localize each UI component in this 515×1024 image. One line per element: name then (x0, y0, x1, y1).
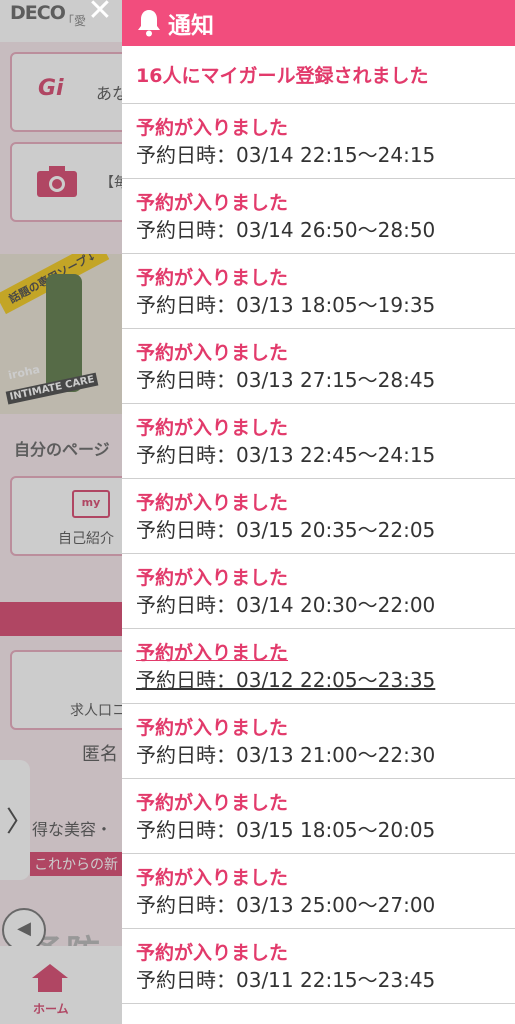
notification-item[interactable]: 予約が入りました予約日時：03/13 22:45〜24:15 (122, 404, 515, 479)
notification-item[interactable]: 予約が入りました予約日時：03/13 21:00〜22:30 (122, 704, 515, 779)
notification-item[interactable]: 予約が入りました予約日時：03/15 18:05〜20:05 (122, 779, 515, 854)
notification-headline: 予約が入りました (136, 492, 289, 514)
notification-detail: 予約日時：03/13 21:00〜22:30 (136, 743, 436, 767)
notification-detail: 予約日時：03/13 22:45〜24:15 (136, 443, 436, 467)
close-icon[interactable]: ✕ (84, 0, 116, 26)
notification-detail: 予約日時：03/13 18:05〜19:35 (136, 293, 436, 317)
notification-item[interactable]: 予約が入りました予約日時：03/14 22:15〜24:15 (122, 104, 515, 179)
notification-headline: 予約が入りました (136, 417, 289, 439)
notification-detail: 予約日時：03/15 20:35〜22:05 (136, 518, 436, 542)
notification-item[interactable]: 予約が入りました予約日時：03/14 26:50〜28:50 (122, 179, 515, 254)
notice-text: 16人にマイガール登録されました (136, 65, 429, 87)
notification-item[interactable]: 予約が入りました予約日時：03/13 27:15〜28:45 (122, 329, 515, 404)
notification-headline: 予約が入りました (136, 267, 289, 289)
notification-headline: 予約が入りました (136, 942, 289, 964)
notification-headline: 予約が入りました (136, 117, 289, 139)
notification-detail: 予約日時：03/14 20:30〜22:00 (136, 593, 436, 617)
bell-icon (138, 10, 160, 37)
notification-detail: 予約日時：03/13 25:00〜27:00 (136, 893, 436, 917)
notification-headline: 予約が入りました (136, 642, 289, 664)
notification-item[interactable]: 予約が入りました予約日時：03/15 20:35〜22:05 (122, 479, 515, 554)
mygirl-notice[interactable]: 16人にマイガール登録されました (122, 46, 515, 104)
drawer-title: 通知 (168, 13, 214, 39)
notification-drawer: 通知 16人にマイガール登録されました 予約が入りました予約日時：03/14 2… (122, 0, 515, 1024)
notification-headline: 予約が入りました (136, 867, 289, 889)
notification-item[interactable]: 予約が入りました予約日時：03/14 20:30〜22:00 (122, 554, 515, 629)
notification-list: 予約が入りました 予約日時：03/14 22:15〜24:15 予約が入りました 予約… (122, 104, 515, 1004)
notification-detail: 予約日時：03/14 26:50〜28:50 (136, 218, 436, 242)
notification-headline: 予約が入りました (136, 792, 289, 814)
notification-item[interactable]: 予約が入りました予約日時：03/13 25:00〜27:00 (122, 854, 515, 929)
drawer-header: 通知 (122, 0, 515, 46)
notification-detail: 予約日時：03/11 22:15〜23:45 (136, 968, 436, 992)
notification-item[interactable]: 予約が入りました予約日時：03/13 18:05〜19:35 (122, 254, 515, 329)
notification-headline: 予約が入りました (136, 717, 289, 739)
notification-headline: 予約が入りました (136, 567, 289, 589)
notification-headline: 予約が入りました (136, 192, 289, 214)
notification-item[interactable]: 予約が入りました予約日時：03/11 22:15〜23:45 (122, 929, 515, 1004)
notification-item[interactable]: 予約が入りました予約日時：03/12 22:05〜23:35 (122, 629, 515, 704)
notification-detail: 予約日時：03/13 27:15〜28:45 (136, 368, 436, 392)
notification-detail: 予約日時：03/15 18:05〜20:05 (136, 818, 436, 842)
notification-detail: 予約日時：03/14 22:15〜24:15 (136, 143, 436, 167)
notification-headline: 予約が入りました (136, 342, 289, 364)
notification-detail: 予約日時：03/12 22:05〜23:35 (136, 668, 436, 692)
